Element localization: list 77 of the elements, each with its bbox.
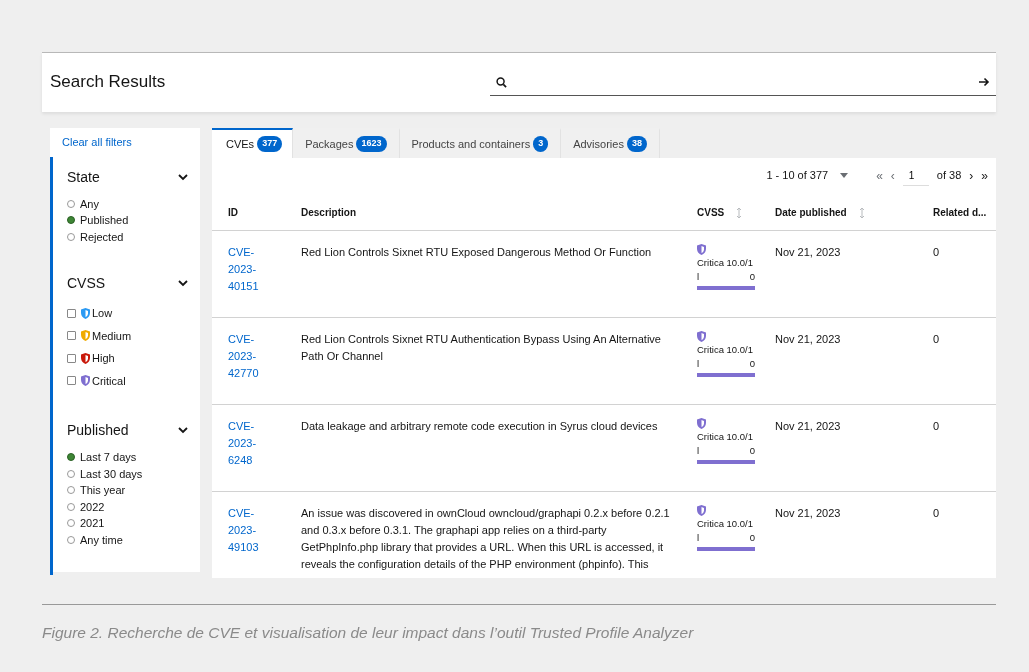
- option-label: Published: [80, 213, 129, 228]
- related-count: 0: [933, 507, 940, 519]
- cvss-score: 0: [749, 270, 755, 284]
- count-badge: 377: [257, 136, 283, 152]
- related-count: 0: [933, 333, 940, 345]
- page-count: of 38: [936, 168, 962, 184]
- option-label: Rejected: [80, 229, 124, 245]
- first-page-icon[interactable]: «: [876, 166, 883, 185]
- caret-icon[interactable]: [840, 173, 849, 178]
- date-text: Nov 21, 2023: [775, 507, 841, 519]
- related-count: 0: [933, 246, 940, 258]
- option-label: Last 7 days: [80, 450, 137, 465]
- cvss-score: Critica 10.0/1: [697, 430, 754, 444]
- cvss-score: Critica 10.0/1: [697, 517, 754, 531]
- option-label: 2021: [80, 516, 105, 531]
- option-label: 2022: [80, 499, 105, 515]
- figure-caption: Figure 2. Recherche de CVE et visualisation de leur impact dans l’outil Trusted Profile Analyzer: [42, 604, 996, 645]
- cve-id-link[interactable]: CVE- 2023- 6248: [228, 418, 301, 469]
- chevron-icon[interactable]: [178, 280, 188, 287]
- count-badge: 1623: [356, 136, 387, 152]
- chevron-icon[interactable]: [178, 427, 188, 434]
- radio-button[interactable]: [67, 216, 75, 225]
- date-text: Nov 21, 2023: [775, 246, 841, 258]
- arrow-right-icon[interactable]: [979, 77, 990, 87]
- chevron-icon[interactable]: [178, 173, 188, 181]
- option-label: This year: [80, 483, 126, 498]
- related-count: 0: [933, 420, 940, 432]
- description-text: Data leakage and arbitrary remote code execution in Syrus cloud devices: [301, 419, 659, 434]
- cvss-score: l: [697, 270, 700, 284]
- count-badge: 3: [533, 136, 549, 152]
- cve-id-link[interactable]: CVE- 2023- 42770: [228, 331, 301, 382]
- description-text: Red Lion Controls Sixnet RTU Exposed Dangerous Method Or Function: [301, 245, 653, 260]
- cvss-score: 0: [749, 444, 755, 458]
- option-label: Medium: [92, 328, 132, 344]
- cve-id-link[interactable]: CVE- 2023- 40151: [228, 244, 301, 295]
- option-label: Low: [92, 306, 113, 321]
- checkbox[interactable]: [67, 376, 76, 386]
- date-text: Nov 21, 2023: [775, 420, 841, 432]
- cvss-score: l: [697, 444, 700, 458]
- description-text: An issue was discovered in ownCloud owncloud/graphapi 0.2.x before 0.2.1 and 0.3.x before 0.3.1. The graphapi app relies on a third-party GetPhpInfo.php library that provides a URL. When this URL is accessed, it reveals the configuration details of the PHP environment (phpinfo). This: [301, 506, 671, 572]
- option-label: High: [92, 351, 115, 366]
- option-label: Critical: [92, 373, 126, 389]
- date-text: Nov 21, 2023: [775, 333, 841, 345]
- column-header[interactable]: CVSS: [697, 207, 743, 218]
- sort-icon[interactable]: [736, 208, 743, 219]
- tab[interactable]: CVEs 377: [212, 128, 294, 158]
- filter-group-title: CVSS: [67, 274, 106, 293]
- description-text: Red Lion Controls Sixnet RTU Authentication Bypass Using An Alternative Path Or Channel: [301, 332, 662, 364]
- filter-group-title: Published: [67, 421, 129, 440]
- option-label: Any time: [80, 532, 123, 548]
- cvss-score: 0: [749, 531, 755, 545]
- option-label: Last 30 days: [80, 466, 143, 482]
- search-icon: [496, 76, 507, 88]
- sort-icon[interactable]: [858, 208, 865, 219]
- clear-filters-link[interactable]: Clear all filters: [50, 128, 144, 157]
- cvss-score: l: [697, 531, 700, 545]
- cvss-score: Critica 10.0/1: [697, 343, 754, 357]
- column-header[interactable]: ID: [228, 207, 238, 218]
- filter-group-title: State: [67, 167, 100, 187]
- column-header[interactable]: Description: [301, 207, 356, 218]
- checkbox[interactable]: [67, 353, 76, 363]
- cvss-score: l: [697, 357, 700, 371]
- previous-page-icon[interactable]: ‹: [890, 166, 895, 185]
- cve-id-link[interactable]: CVE- 2023- 49103: [228, 505, 301, 556]
- last-page-icon[interactable]: »: [981, 166, 988, 185]
- page-title: Search Results: [50, 72, 166, 93]
- cvss-score: 0: [749, 357, 755, 371]
- count-badge: 38: [626, 136, 647, 152]
- column-header[interactable]: Related d...: [933, 207, 987, 218]
- next-page-icon[interactable]: ›: [969, 166, 974, 185]
- cvss-score: Critica 10.0/1: [697, 256, 754, 270]
- column-header[interactable]: Date published: [775, 207, 865, 218]
- radio-button[interactable]: [67, 453, 75, 462]
- checkbox[interactable]: [67, 331, 76, 341]
- option-label: Any: [80, 196, 99, 212]
- checkbox[interactable]: [67, 308, 76, 318]
- pagination-range[interactable]: 1 - 10 of 377: [766, 167, 829, 184]
